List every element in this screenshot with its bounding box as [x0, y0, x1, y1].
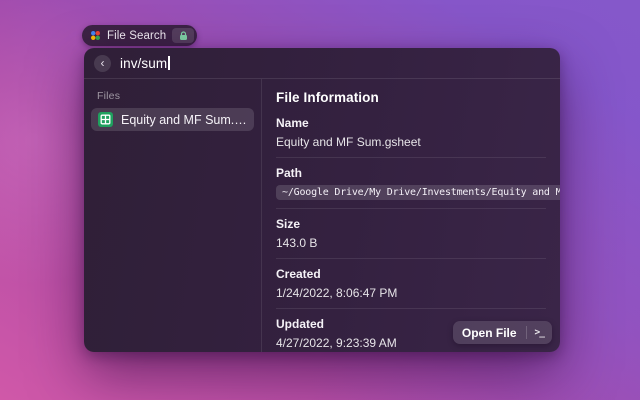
field-size: Size 143.0 B	[276, 217, 546, 250]
field-value: 143.0 B	[276, 236, 546, 250]
field-label: Size	[276, 217, 546, 231]
field-label: Name	[276, 116, 546, 130]
field-label: Path	[276, 166, 546, 180]
path-value-pill: ~/Google Drive/My Drive/Investments/Equi…	[276, 185, 560, 200]
shortcut-key-icon: >_	[527, 327, 552, 338]
field-divider	[276, 258, 546, 259]
search-input[interactable]: inv/sum	[120, 56, 170, 71]
search-input-value: inv/sum	[120, 56, 167, 71]
file-information-panel: File Information Name Equity and MF Sum.…	[262, 79, 560, 352]
lock-icon	[172, 28, 194, 43]
field-divider	[276, 157, 546, 158]
app-badge[interactable]: File Search	[82, 25, 197, 46]
search-bar[interactable]: ‹ inv/sum	[84, 48, 560, 78]
open-file-button-label: Open File	[453, 326, 526, 340]
field-path: Path ~/Google Drive/My Drive/Investments…	[276, 166, 546, 200]
field-divider	[276, 208, 546, 209]
list-item-label: Equity and MF Sum.gsheet	[121, 113, 247, 127]
panel-title: File Information	[276, 90, 546, 105]
open-file-button[interactable]: Open File >_	[453, 321, 552, 344]
field-created: Created 1/24/2022, 8:06:47 PM	[276, 267, 546, 300]
spreadsheet-icon	[98, 112, 113, 127]
field-label: Created	[276, 267, 546, 281]
list-item[interactable]: Equity and MF Sum.gsheet	[91, 108, 254, 131]
field-name: Name Equity and MF Sum.gsheet	[276, 116, 546, 149]
results-panel: Files Equity and MF Sum.gsheet	[84, 79, 261, 352]
file-search-window: ‹ inv/sum Files Equity and MF Sum.gsheet	[84, 48, 560, 352]
files-section-label: Files	[97, 90, 248, 102]
field-value: Equity and MF Sum.gsheet	[276, 135, 546, 149]
text-caret	[168, 56, 170, 70]
field-value: 1/24/2022, 8:06:47 PM	[276, 286, 546, 300]
file-search-app-icon	[90, 30, 101, 41]
field-divider	[276, 308, 546, 309]
app-badge-label: File Search	[107, 30, 166, 42]
chevron-left-icon[interactable]: ‹	[94, 55, 111, 72]
